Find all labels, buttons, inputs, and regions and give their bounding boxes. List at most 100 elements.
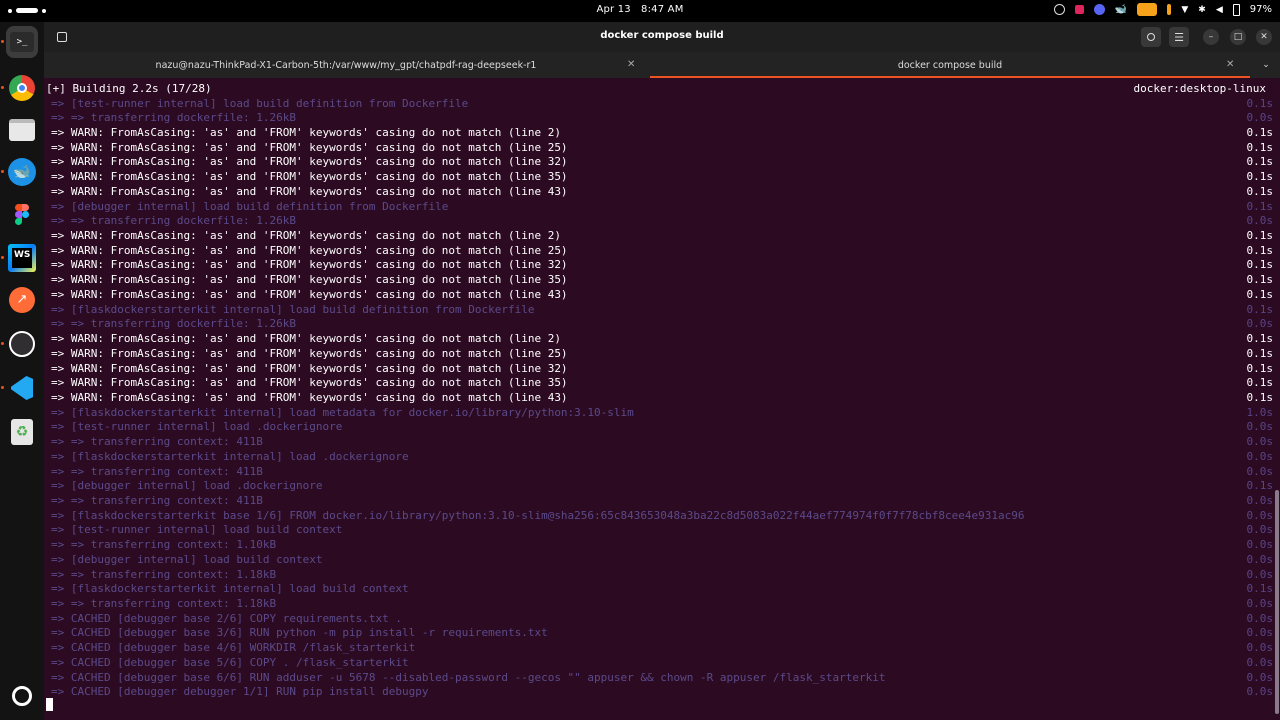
color-picker-icon[interactable] (1074, 5, 1084, 14)
log-duration: 0.0s (1246, 508, 1274, 522)
log-text: => [flaskdockerstarterkit base 1/6] FROM… (51, 508, 1025, 522)
log-text: => WARN: FromAsCasing: 'as' and 'FROM' k… (51, 361, 568, 375)
webstorm-icon: WS (8, 244, 36, 272)
close-button[interactable]: ✕ (1256, 29, 1272, 45)
log-text: => WARN: FromAsCasing: 'as' and 'FROM' k… (51, 243, 568, 257)
log-text: => WARN: FromAsCasing: 'as' and 'FROM' k… (51, 155, 568, 169)
log-line: => WARN: FromAsCasing: 'as' and 'FROM' k… (51, 155, 1273, 169)
running-indicator (1, 86, 4, 89)
tab-close-icon[interactable]: ✕ (627, 59, 635, 70)
docker-whale-icon[interactable]: 🐋 (1115, 4, 1127, 15)
window-titlebar[interactable]: docker compose build ☰ – □ ✕ (44, 22, 1280, 52)
top-panel: Apr 13 8:47 AM 🐋 ▼ ✱ ◀ 97% (0, 0, 1280, 22)
log-duration: 0.0s (1246, 597, 1274, 610)
log-line: => WARN: FromAsCasing: 'as' and 'FROM' k… (51, 347, 1273, 361)
log-line: => WARN: FromAsCasing: 'as' and 'FROM' k… (51, 126, 1273, 140)
log-line: => [debugger internal] load .dockerignor… (51, 479, 1273, 493)
tab-docker-compose-build[interactable]: docker compose build ✕ (650, 52, 1250, 78)
log-duration: 0.1s (1246, 125, 1274, 139)
terminal-output[interactable]: [+] Building 2.2s (17/28) docker:desktop… (44, 78, 1280, 720)
log-duration: 0.1s (1246, 96, 1274, 110)
log-duration: 0.1s (1246, 258, 1274, 272)
log-duration: 0.0s (1246, 611, 1274, 625)
bluetooth-icon[interactable]: ✱ (1198, 5, 1206, 15)
discord-icon[interactable] (1093, 4, 1105, 15)
search-button[interactable] (1141, 27, 1161, 47)
battery-percent[interactable]: 97% (1250, 4, 1272, 15)
log-text: => WARN: FromAsCasing: 'as' and 'FROM' k… (51, 273, 568, 287)
menu-button[interactable]: ☰ (1169, 27, 1189, 47)
dock-figma[interactable] (6, 198, 38, 230)
log-duration: 0.1s (1246, 302, 1274, 316)
volume-icon[interactable]: ◀ (1216, 5, 1223, 15)
ubuntu-pro-icon[interactable] (1053, 4, 1065, 15)
log-line: => CACHED [debugger base 6/6] RUN adduse… (51, 671, 1273, 685)
system-tray[interactable]: 🐋 ▼ ✱ ◀ 97% (1053, 3, 1272, 16)
log-line: => => transferring dockerfile: 1.26kB 0.0… (51, 111, 1273, 125)
log-line: => [test-runner internal] load build con… (51, 523, 1273, 537)
log-duration: 0.0s (1246, 670, 1274, 684)
log-text: => WARN: FromAsCasing: 'as' and 'FROM' k… (51, 346, 568, 360)
dock-terminal[interactable]: >_ (6, 26, 38, 58)
log-duration: 0.0s (1246, 538, 1274, 552)
log-text: => [flaskdockerstarterkit internal] load… (51, 405, 634, 419)
log-text: => CACHED [debugger base 2/6] COPY requi… (51, 611, 402, 625)
microphone-icon[interactable] (1167, 4, 1172, 15)
maximize-button[interactable]: □ (1230, 29, 1246, 45)
battery-icon[interactable] (1232, 3, 1240, 16)
dock-obs[interactable] (6, 328, 38, 360)
screen-record-icon[interactable] (1137, 3, 1158, 16)
dock-postman[interactable]: ↗ (6, 284, 38, 316)
log-text: => [test-runner internal] load .dockerig… (51, 420, 343, 434)
log-duration: 0.1s (1246, 376, 1274, 390)
dock-files[interactable] (6, 114, 38, 146)
clock-time[interactable]: 8:47 AM (641, 4, 684, 15)
log-line: => WARN: FromAsCasing: 'as' and 'FROM' k… (51, 185, 1273, 199)
log-line: => WARN: FromAsCasing: 'as' and 'FROM' k… (51, 258, 1273, 272)
log-duration: 0.1s (1246, 229, 1274, 242)
files-icon (9, 119, 35, 141)
log-duration: 0.1s (1246, 140, 1274, 154)
docker-context: docker:desktop-linux (1133, 82, 1266, 95)
minimize-icon: – (1208, 32, 1214, 42)
show-apps-button[interactable] (6, 680, 38, 712)
log-line: => => transferring context: 1.18kB 0.0s (51, 597, 1273, 611)
log-line: => => transferring context: 1.10kB 0.0s (51, 538, 1273, 552)
minimize-button[interactable]: – (1203, 29, 1219, 45)
log-line: => [flaskdockerstarterkit internal] load… (51, 582, 1273, 596)
log-text: => WARN: FromAsCasing: 'as' and 'FROM' k… (51, 390, 568, 404)
dock-trash[interactable]: ♻ (6, 416, 38, 448)
log-duration: 0.0s (1246, 420, 1274, 434)
tab-close-icon[interactable]: ✕ (1226, 59, 1234, 70)
tab-label: docker compose build (897, 60, 1003, 71)
log-text: => => transferring dockerfile: 1.26kB (51, 214, 297, 228)
clock-date[interactable]: Apr 13 (596, 4, 630, 15)
log-duration: 0.0s (1246, 214, 1274, 228)
log-duration: 0.1s (1246, 390, 1274, 404)
vscode-icon (11, 376, 33, 400)
wifi-icon[interactable]: ▼ (1181, 5, 1188, 15)
log-text: => => transferring context: 1.18kB (51, 597, 277, 610)
running-indicator (1, 386, 4, 389)
log-duration: 0.0s (1246, 523, 1274, 537)
log-duration: 0.1s (1246, 287, 1274, 301)
log-text: => => transferring context: 1.18kB (51, 567, 277, 581)
log-line: => WARN: FromAsCasing: 'as' and 'FROM' k… (51, 391, 1273, 405)
log-text: => [test-runner internal] load build def… (51, 96, 469, 110)
tab-list-button[interactable]: ⌄ (1256, 55, 1276, 75)
dock-webstorm[interactable]: WS (6, 242, 38, 274)
log-text: => => transferring context: 411B (51, 493, 263, 507)
tab-label: nazu@nazu-ThinkPad-X1-Carbon-5th:/var/ww… (155, 60, 537, 71)
maximize-icon: □ (1233, 32, 1243, 42)
obs-icon (9, 331, 35, 357)
log-line: => [flaskdockerstarterkit base 1/6] FROM… (51, 509, 1273, 523)
dock-vscode[interactable] (6, 372, 38, 404)
log-line: => => transferring context: 411B 0.0s (51, 465, 1273, 479)
log-duration: 0.0s (1246, 317, 1274, 331)
log-line: => WARN: FromAsCasing: 'as' and 'FROM' k… (51, 362, 1273, 376)
log-line: => [flaskdockerstarterkit internal] load… (51, 450, 1273, 464)
dock-chrome[interactable] (6, 72, 38, 104)
dock-docker[interactable]: 🐋 (6, 156, 38, 188)
tab-chatpdf[interactable]: nazu@nazu-ThinkPad-X1-Carbon-5th:/var/ww… (44, 52, 648, 78)
scrollbar[interactable] (1275, 490, 1279, 714)
